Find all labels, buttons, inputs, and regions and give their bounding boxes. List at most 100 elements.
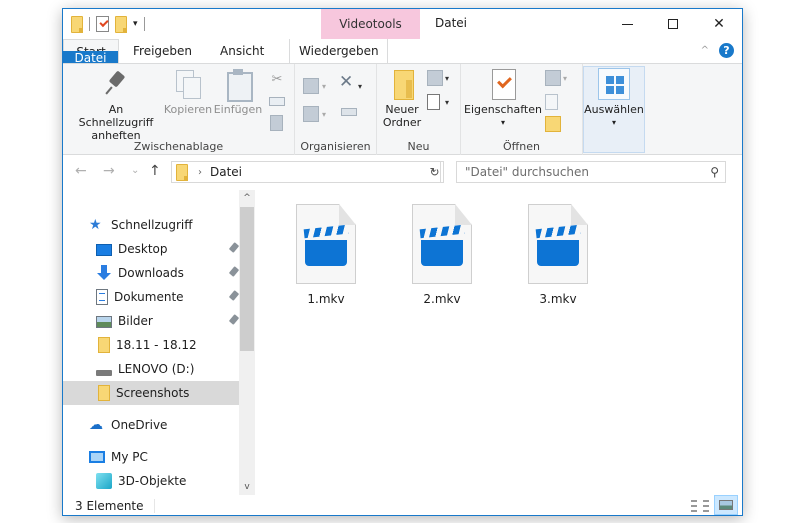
nav-item-folder-18-11[interactable]: 18.11 - 18.12 bbox=[63, 333, 239, 357]
nav-item-onedrive[interactable]: ☁ OneDrive bbox=[63, 413, 239, 437]
new-folder-icon[interactable] bbox=[115, 15, 127, 33]
tab-ansicht[interactable]: Ansicht bbox=[206, 39, 278, 63]
window-controls: ✕ bbox=[604, 9, 742, 39]
maximize-button[interactable] bbox=[650, 9, 696, 39]
nav-item-label: OneDrive bbox=[111, 418, 168, 432]
large-icons-view-button[interactable] bbox=[714, 495, 738, 515]
search-input[interactable]: "Datei" durchsuchen ⚲ bbox=[456, 161, 726, 183]
nav-item-screenshots[interactable]: Screenshots bbox=[63, 381, 239, 405]
breadcrumb-item[interactable]: Datei bbox=[210, 165, 242, 179]
move-to-icon[interactable] bbox=[303, 78, 319, 94]
new-folder-button[interactable]: Neuer Ordner bbox=[379, 68, 425, 129]
paste-button[interactable]: Einfügen bbox=[213, 68, 263, 116]
address-bar[interactable]: › Datei ⌄ bbox=[171, 161, 441, 183]
onedrive-icon: ☁ bbox=[89, 417, 103, 433]
close-button[interactable]: ✕ bbox=[696, 9, 742, 39]
file-item[interactable]: 2.mkv bbox=[397, 202, 487, 306]
easy-access-icon[interactable] bbox=[427, 94, 440, 110]
properties-dropdown: ▾ bbox=[500, 118, 505, 127]
file-item[interactable]: 1.mkv bbox=[281, 202, 371, 306]
copy-label: Kopieren bbox=[163, 103, 213, 116]
scroll-down-button[interactable]: v bbox=[239, 479, 255, 495]
paste-icon bbox=[222, 68, 254, 102]
refresh-button[interactable]: ↻ bbox=[426, 161, 444, 183]
nav-item-lenovo-drive[interactable]: LENOVO (D:) bbox=[63, 357, 239, 381]
pin-icon bbox=[100, 68, 132, 100]
new-folder-label: Neuer bbox=[385, 103, 419, 116]
move-to-dropdown[interactable]: ▾ bbox=[322, 82, 326, 91]
file-item[interactable]: 3.mkv bbox=[513, 202, 603, 306]
nav-item-label: Screenshots bbox=[116, 386, 190, 400]
copy-icon bbox=[172, 68, 204, 100]
nav-item-documents[interactable]: Dokumente bbox=[63, 285, 240, 309]
nav-item-my-pc[interactable]: My PC bbox=[63, 445, 239, 469]
scroll-thumb[interactable] bbox=[240, 207, 254, 351]
group-open: Eigenschaften ▾ ▾ Öffnen bbox=[461, 64, 583, 155]
open-dropdown[interactable]: ▾ bbox=[563, 74, 567, 83]
file-name: 1.mkv bbox=[307, 292, 345, 306]
title-bar: ▾ Videotools Datei ✕ bbox=[63, 9, 742, 39]
new-item-icon[interactable] bbox=[427, 70, 443, 86]
new-item-dropdown[interactable]: ▾ bbox=[445, 74, 449, 83]
video-file-icon bbox=[526, 202, 590, 286]
copy-to-icon[interactable] bbox=[303, 106, 319, 122]
nav-item-desktop[interactable]: Desktop bbox=[63, 237, 240, 261]
group-select: Auswählen ▾ bbox=[583, 64, 645, 155]
easy-access-dropdown[interactable]: ▾ bbox=[445, 98, 449, 107]
open-icon[interactable] bbox=[545, 70, 561, 86]
ribbon-right-controls: ^ ? bbox=[701, 43, 734, 58]
group-label-open: Öffnen bbox=[503, 140, 540, 153]
paste-label: Einfügen bbox=[213, 103, 263, 116]
close-icon: ✕ bbox=[713, 16, 725, 32]
search-icon[interactable]: ⚲ bbox=[710, 165, 719, 179]
pin-icon bbox=[228, 242, 240, 253]
qat-customize-dropdown[interactable]: ▾ bbox=[133, 19, 138, 29]
history-icon[interactable] bbox=[545, 116, 561, 132]
minimize-button[interactable] bbox=[604, 9, 650, 39]
nav-item-label: Downloads bbox=[118, 266, 184, 280]
properties-icon[interactable] bbox=[96, 16, 109, 32]
select-button[interactable]: Auswählen ▾ bbox=[583, 68, 645, 129]
file-name: 3.mkv bbox=[539, 292, 577, 306]
file-list: 1.mkv 2.mkv 3.mkv bbox=[256, 190, 742, 495]
pictures-icon bbox=[96, 316, 112, 328]
up-button[interactable]: ↑ bbox=[149, 163, 161, 179]
edit-icon[interactable] bbox=[545, 94, 558, 110]
paste-shortcut-icon[interactable] bbox=[270, 115, 283, 131]
cut-icon[interactable]: ✂ bbox=[269, 72, 285, 88]
delete-dropdown[interactable]: ▾ bbox=[358, 82, 362, 91]
nav-item-pictures[interactable]: Bilder bbox=[63, 309, 240, 333]
nav-item-downloads[interactable]: Downloads bbox=[63, 261, 240, 285]
item-count: 3 Elemente bbox=[75, 498, 155, 513]
copy-to-dropdown[interactable]: ▾ bbox=[322, 110, 326, 119]
select-label: Auswählen bbox=[584, 103, 644, 116]
collapse-ribbon-icon[interactable]: ^ bbox=[701, 45, 709, 56]
folder-icon[interactable] bbox=[71, 15, 83, 33]
copy-button[interactable]: Kopieren bbox=[163, 68, 213, 116]
breadcrumb-separator[interactable]: › bbox=[198, 167, 202, 178]
nav-item-quick-access[interactable]: ★ Schnellzugriff bbox=[63, 213, 239, 237]
nav-item-3d-objects[interactable]: 3D-Objekte bbox=[63, 469, 239, 493]
details-view-button[interactable] bbox=[691, 499, 709, 513]
select-grid-icon bbox=[598, 68, 630, 100]
tab-wiedergeben[interactable]: Wiedergeben bbox=[289, 39, 389, 63]
group-label-clipboard: Zwischenablage bbox=[133, 140, 224, 153]
pin-to-quick-access-button[interactable]: An Schnellzugriff anheften bbox=[71, 68, 161, 142]
nav-item-label: 3D-Objekte bbox=[118, 474, 187, 488]
recent-locations-button[interactable]: ⌄ bbox=[131, 165, 139, 176]
rename-icon[interactable] bbox=[341, 108, 357, 116]
maximize-icon bbox=[668, 19, 678, 29]
group-clipboard: An Schnellzugriff anheften Kopieren Einf… bbox=[63, 64, 295, 155]
copy-path-icon[interactable] bbox=[269, 97, 285, 106]
back-button[interactable]: ← bbox=[75, 163, 87, 179]
delete-icon[interactable]: ✕ bbox=[339, 74, 355, 91]
scroll-up-button[interactable]: ^ bbox=[239, 190, 255, 206]
tab-freigeben[interactable]: Freigeben bbox=[119, 39, 206, 63]
properties-button[interactable]: Eigenschaften ▾ bbox=[463, 68, 543, 129]
help-icon[interactable]: ? bbox=[719, 43, 734, 58]
group-new: Neuer Ordner ▾ ▾ Neu bbox=[377, 64, 461, 155]
group-label-new: Neu bbox=[407, 140, 430, 153]
navigation-bar: ← → ⌄ ↑ › Datei ⌄ ↻ "Datei" durchsuchen … bbox=[63, 156, 742, 190]
forward-button[interactable]: → bbox=[103, 163, 115, 179]
nav-pane-scrollbar[interactable]: ^ v bbox=[239, 190, 255, 495]
